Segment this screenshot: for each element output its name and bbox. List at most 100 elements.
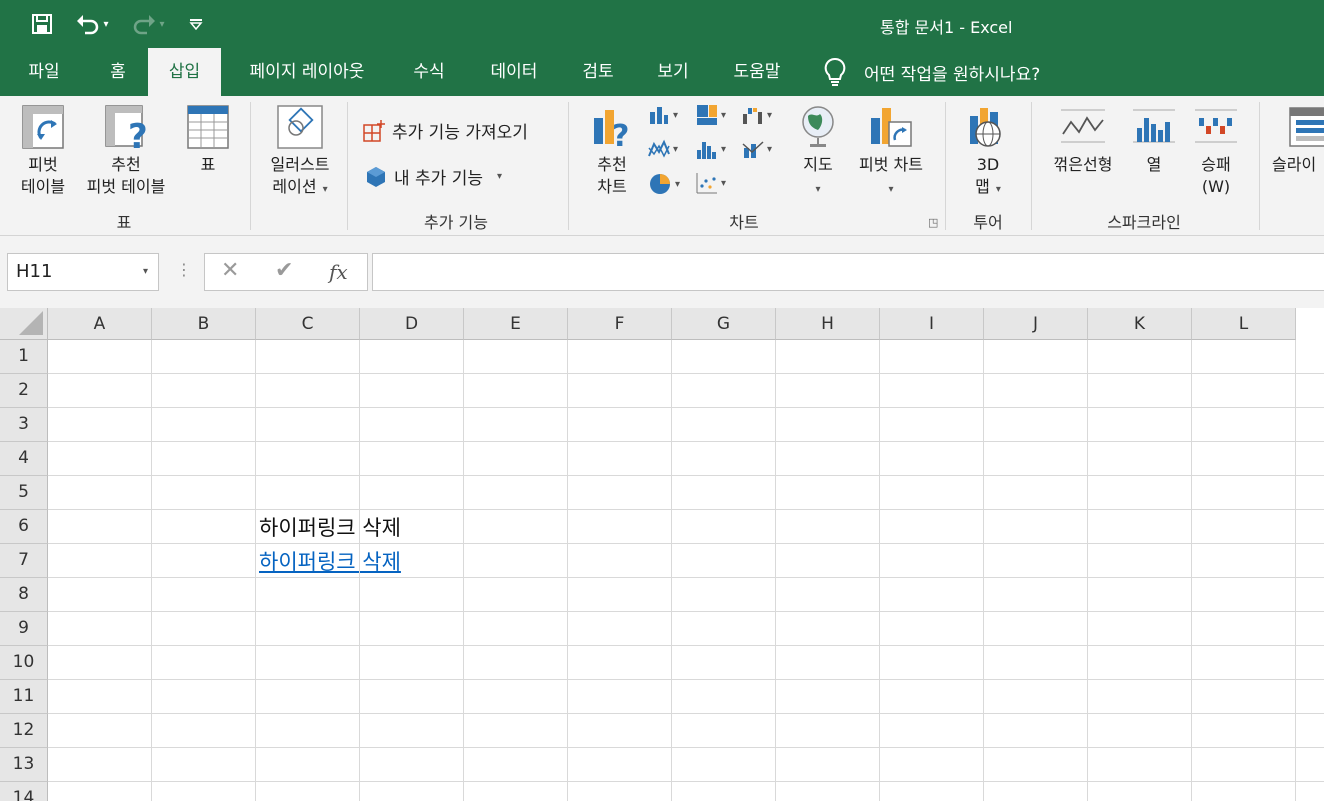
row-header-8[interactable]: 8 <box>0 578 48 612</box>
row-header-11[interactable]: 11 <box>0 680 48 714</box>
sparkline-line-button[interactable]: 꺾은선형 <box>1046 104 1120 176</box>
tab-home[interactable]: 홈 <box>90 48 146 96</box>
save-icon[interactable] <box>28 10 56 38</box>
tab-insert[interactable]: 삽입 <box>148 48 221 96</box>
formula-bar-buttons: ✕ ✔ fx <box>204 253 368 291</box>
tell-me-search[interactable]: 어떤 작업을 원하시나요? <box>822 48 1040 96</box>
gridline <box>48 509 1324 510</box>
column-header-H[interactable]: H <box>776 308 880 340</box>
tab-help[interactable]: 도움말 <box>718 48 796 96</box>
tab-file[interactable]: 파일 <box>8 48 80 96</box>
insert-function-icon[interactable]: fx <box>329 260 348 284</box>
column-header-B[interactable]: B <box>152 308 256 340</box>
gridline <box>48 611 1324 612</box>
row-header-13[interactable]: 13 <box>0 748 48 782</box>
row-header-6[interactable]: 6 <box>0 510 48 544</box>
redo-icon[interactable]: ▾ <box>126 10 170 38</box>
tell-me-text: 어떤 작업을 원하시나요? <box>864 64 1041 85</box>
row-header-4[interactable]: 4 <box>0 442 48 476</box>
gridline <box>48 679 1324 680</box>
table-button[interactable]: 표 <box>184 104 232 176</box>
scatter-chart-dropdown[interactable]: ▾ <box>696 172 726 194</box>
sparkline-winloss-button[interactable]: 승패 (W) <box>1190 104 1242 198</box>
column-header-D[interactable]: D <box>360 308 464 340</box>
column-header-A[interactable]: A <box>48 308 152 340</box>
name-box[interactable]: H11 ▾ <box>7 253 159 291</box>
svg-text:?: ? <box>612 119 629 150</box>
formula-bar-grip-icon[interactable]: ⋮ <box>176 260 192 279</box>
sparkline-column-button[interactable]: 열 <box>1130 104 1178 176</box>
row-header-5[interactable]: 5 <box>0 476 48 510</box>
scatter-chart-icon <box>696 173 717 194</box>
tab-data[interactable]: 데이터 <box>476 48 552 96</box>
line-chart-dropdown[interactable]: ▾ <box>648 138 678 160</box>
tab-view[interactable]: 보기 <box>642 48 704 96</box>
get-addins-button[interactable]: 추가 기능 가져오기 <box>362 118 528 143</box>
charts-dialog-launcher-icon[interactable]: ◳ <box>928 216 938 229</box>
tab-formulas[interactable]: 수식 <box>396 48 462 96</box>
group-label-tables: 표 <box>116 213 132 232</box>
combo-chart-dropdown[interactable]: ▾ <box>742 138 772 160</box>
name-box-dropdown-icon[interactable]: ▾ <box>143 254 148 290</box>
group-separator <box>568 102 569 230</box>
column-chart-icon <box>650 107 668 124</box>
tab-page-layout[interactable]: 페이지 레이아웃 <box>230 48 384 96</box>
pivot-chart-button[interactable]: 피벗 차트 ▾ <box>850 104 932 201</box>
column-header-J[interactable]: J <box>984 308 1088 340</box>
column-header-E[interactable]: E <box>464 308 568 340</box>
recommended-charts-button[interactable]: ? 추천 차트 <box>584 104 640 198</box>
hierarchy-chart-dropdown[interactable]: ▾ <box>696 104 726 126</box>
column-header-C[interactable]: C <box>256 308 360 340</box>
3d-map-button[interactable]: 3D 맵 ▾ <box>962 104 1014 201</box>
cell-C6[interactable]: 하이퍼링크 삭제 <box>259 512 401 542</box>
group-separator <box>250 102 251 230</box>
hierarchy-chart-icon <box>697 105 717 125</box>
pie-chart-dropdown[interactable]: ▾ <box>648 172 680 196</box>
row-header-14[interactable]: 14 <box>0 782 48 801</box>
line-chart-icon <box>648 139 670 158</box>
row-header-12[interactable]: 12 <box>0 714 48 748</box>
column-header-F[interactable]: F <box>568 308 672 340</box>
enter-icon[interactable]: ✔ <box>275 258 293 283</box>
cancel-icon[interactable]: ✕ <box>221 258 239 283</box>
my-addins-button[interactable]: 내 추가 기능 ▾ <box>364 164 502 189</box>
window-title: 통합 문서1 - Excel <box>880 18 1013 37</box>
select-all-button[interactable] <box>0 308 48 340</box>
gridline <box>48 441 1324 442</box>
illustrations-button[interactable]: 일러스트 레이션 ▾ <box>260 104 340 201</box>
worksheet-grid[interactable]: 하이퍼링크 삭제 하이퍼링크 삭제 ABCDEFGHIJKL1234567891… <box>0 308 1324 801</box>
combo-chart-icon <box>742 141 764 158</box>
slicer-button[interactable]: 슬라이 <box>1272 104 1324 176</box>
tab-review[interactable]: 검토 <box>566 48 630 96</box>
column-header-K[interactable]: K <box>1088 308 1192 340</box>
undo-icon[interactable]: ▾ <box>70 10 114 38</box>
maps-button[interactable]: 지도 ▾ <box>796 104 840 201</box>
cell-C7-hyperlink[interactable]: 하이퍼링크 삭제 <box>259 546 401 576</box>
group-label-addins: 추가 기능 <box>424 213 488 232</box>
row-header-7[interactable]: 7 <box>0 544 48 578</box>
column-header-I[interactable]: I <box>880 308 984 340</box>
row-header-1[interactable]: 1 <box>0 340 48 374</box>
column-header-G[interactable]: G <box>672 308 776 340</box>
pivot-table-icon <box>22 105 64 149</box>
pivot-table-button[interactable]: 피벗 테이블 <box>14 104 72 198</box>
column-header-L[interactable]: L <box>1192 308 1296 340</box>
waterfall-chart-dropdown[interactable]: ▾ <box>742 104 772 126</box>
table-icon <box>187 105 229 149</box>
row-header-2[interactable]: 2 <box>0 374 48 408</box>
row-header-3[interactable]: 3 <box>0 408 48 442</box>
gridline <box>48 543 1324 544</box>
pivot-chart-icon <box>871 108 912 147</box>
column-chart-dropdown[interactable]: ▾ <box>648 104 678 126</box>
gridline <box>48 577 1324 578</box>
gridline <box>48 747 1324 748</box>
recommended-pivot-button[interactable]: ? 추천 피벗 테이블 <box>78 104 174 198</box>
customize-qat-icon[interactable] <box>184 10 208 38</box>
group-separator <box>945 102 946 230</box>
group-separator <box>347 102 348 230</box>
statistic-chart-dropdown[interactable]: ▾ <box>696 138 726 160</box>
row-header-9[interactable]: 9 <box>0 612 48 646</box>
row-header-10[interactable]: 10 <box>0 646 48 680</box>
formula-input[interactable] <box>372 253 1324 291</box>
sparkline-column-icon <box>1133 109 1175 143</box>
